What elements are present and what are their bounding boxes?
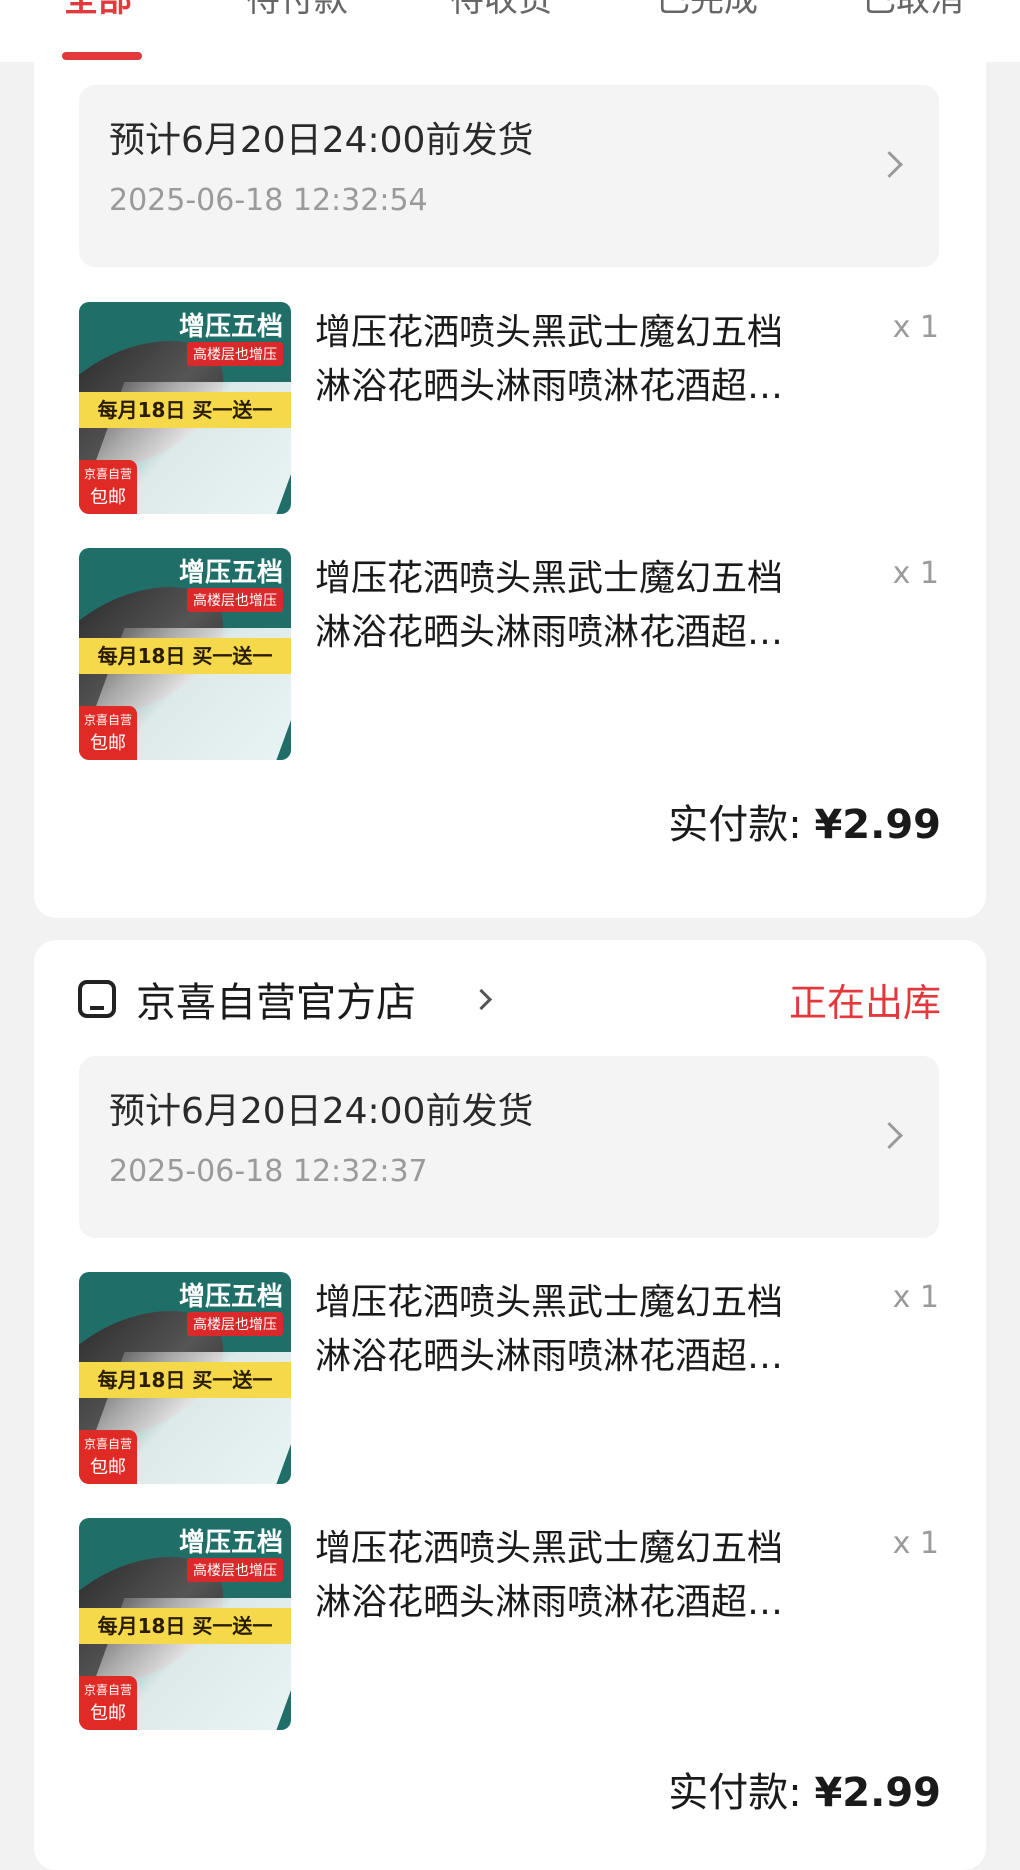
store-icon: [78, 980, 116, 1018]
product-title[interactable]: 增压花洒喷头黑武士魔幻五档 淋浴花晒头淋雨喷淋花酒超…: [315, 1522, 835, 1630]
store-name[interactable]: 京喜自营官方店: [136, 970, 416, 1028]
product-title[interactable]: 增压花洒喷头黑武士魔幻五档 淋浴花晒头淋雨喷淋花酒超…: [315, 306, 835, 414]
paid-amount-row: 实付款: ¥2.99: [668, 1760, 941, 1818]
image-tag-subtitle: 高楼层也增压: [187, 1558, 283, 1582]
image-promo-band: 每月18日 买一送一: [79, 638, 291, 674]
chevron-right-icon: [470, 988, 493, 1011]
tab-all[interactable]: 全部: [64, 0, 132, 20]
tab-pending-receipt[interactable]: 待收货: [450, 0, 552, 20]
image-tag-subtitle: 高楼层也增压: [187, 342, 283, 366]
image-tag-subtitle: 高楼层也增压: [187, 588, 283, 612]
paid-label: 实付款:: [668, 1770, 802, 1816]
order-card[interactable]: 京喜自营官方店 正在出库 预计6月20日24:00前发货 2025-06-18 …: [34, 940, 986, 1870]
tab-completed[interactable]: 已完成: [656, 0, 758, 20]
chevron-right-icon: [876, 1122, 903, 1149]
paid-amount: ¥2.99: [814, 1770, 941, 1816]
item-quantity: x 1: [892, 310, 939, 345]
shipping-estimate: 预计6月20日24:00前发货: [109, 120, 534, 161]
product-title[interactable]: 增压花洒喷头黑武士魔幻五档 淋浴花晒头淋雨喷淋花酒超…: [315, 552, 835, 660]
image-tag-title: 增压五档: [178, 312, 283, 342]
image-badge: 京喜自营 包邮: [79, 1430, 137, 1484]
image-tag-title: 增压五档: [178, 1282, 283, 1312]
image-promo-band: 每月18日 买一送一: [79, 1362, 291, 1398]
image-badge: 京喜自营 包邮: [79, 1676, 137, 1730]
product-title[interactable]: 增压花洒喷头黑武士魔幻五档 淋浴花晒头淋雨喷淋花酒超…: [315, 1276, 835, 1384]
chevron-right-icon: [876, 151, 903, 178]
order-item[interactable]: 增压五档 高楼层也增压 每月18日 买一送一 京喜自营 包邮 增压花洒喷头黑武士魔…: [79, 1272, 939, 1484]
image-tag-title: 增压五档: [178, 1528, 283, 1558]
shipping-info[interactable]: 预计6月20日24:00前发货 2025-06-18 12:32:37: [79, 1056, 939, 1238]
item-quantity: x 1: [892, 1526, 939, 1561]
paid-label: 实付款:: [668, 802, 802, 848]
item-quantity: x 1: [892, 1280, 939, 1315]
image-badge: 京喜自营 包邮: [79, 706, 137, 760]
tab-pending-payment[interactable]: 待付款: [246, 0, 348, 20]
product-image[interactable]: 增压五档 高楼层也增压 每月18日 买一送一 京喜自营 包邮: [79, 1518, 291, 1730]
order-time: 2025-06-18 12:32:54: [109, 183, 428, 218]
paid-amount-row: 实付款: ¥2.99: [668, 792, 941, 850]
order-item[interactable]: 增压五档 高楼层也增压 每月18日 买一送一 京喜自营 包邮 增压花洒喷头黑武士魔…: [79, 1518, 939, 1730]
tab-cancelled[interactable]: 已取消: [862, 0, 964, 20]
image-tag-title: 增压五档: [178, 558, 283, 588]
image-promo-band: 每月18日 买一送一: [79, 392, 291, 428]
active-tab-indicator: [62, 52, 142, 60]
order-card[interactable]: 预计6月20日24:00前发货 2025-06-18 12:32:54 增压五档…: [34, 30, 986, 918]
order-item[interactable]: 增压五档 高楼层也增压 每月18日 买一送一 京喜自营 包邮 增压花洒喷头黑武士魔…: [79, 548, 939, 760]
image-promo-band: 每月18日 买一送一: [79, 1608, 291, 1644]
paid-amount: ¥2.99: [814, 802, 941, 848]
order-time: 2025-06-18 12:32:37: [109, 1154, 428, 1189]
shipping-estimate: 预计6月20日24:00前发货: [109, 1091, 534, 1132]
order-status: 正在出库: [788, 981, 941, 1025]
product-image[interactable]: 增压五档 高楼层也增压 每月18日 买一送一 京喜自营 包邮: [79, 548, 291, 760]
order-item[interactable]: 增压五档 高楼层也增压 每月18日 买一送一 京喜自营 包邮 增压花洒喷头黑武士魔…: [79, 302, 939, 514]
product-image[interactable]: 增压五档 高楼层也增压 每月18日 买一送一 京喜自营 包邮: [79, 302, 291, 514]
item-quantity: x 1: [892, 556, 939, 591]
image-badge: 京喜自营 包邮: [79, 460, 137, 514]
shipping-info[interactable]: 预计6月20日24:00前发货 2025-06-18 12:32:54: [79, 85, 939, 267]
image-tag-subtitle: 高楼层也增压: [187, 1312, 283, 1336]
order-tabs: 全部 待付款 待收货 已完成 已取消: [0, 0, 1020, 62]
product-image[interactable]: 增压五档 高楼层也增压 每月18日 买一送一 京喜自营 包邮: [79, 1272, 291, 1484]
